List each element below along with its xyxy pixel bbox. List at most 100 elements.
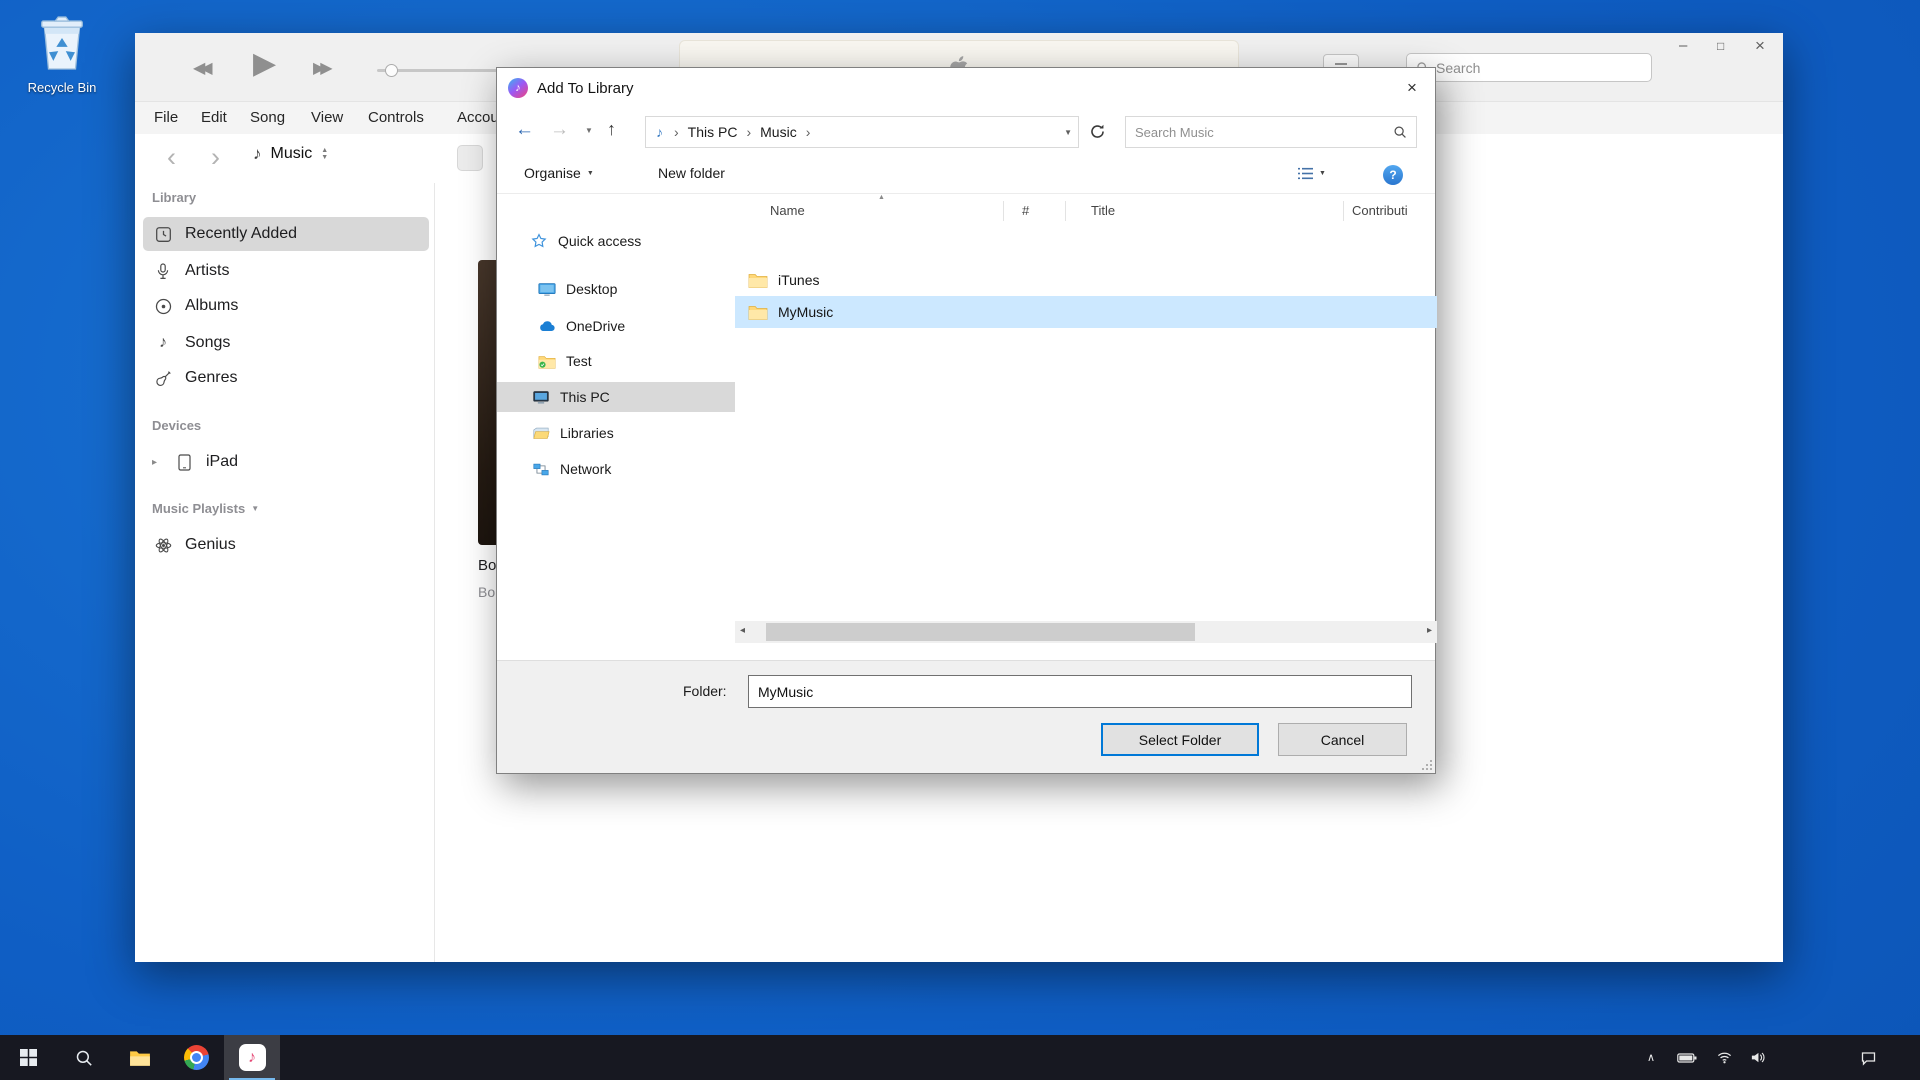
- menu-file[interactable]: File: [154, 102, 178, 134]
- volume-icon: [1749, 1050, 1766, 1065]
- file-explorer-icon: [129, 1049, 151, 1067]
- tray-volume[interactable]: [1741, 1035, 1773, 1080]
- scrollbar-thumb[interactable]: [766, 623, 1195, 641]
- breadcrumb-this-pc[interactable]: This PC: [686, 124, 740, 140]
- monitor-icon: [537, 282, 557, 297]
- dialog-search-input[interactable]: [1135, 125, 1393, 140]
- nav-forward-chevron[interactable]: ›: [211, 142, 220, 172]
- column-header-name[interactable]: Name: [770, 194, 805, 228]
- dialog-titlebar[interactable]: ♪ Add To Library: [497, 68, 1387, 108]
- play-button[interactable]: ▶: [253, 46, 276, 81]
- column-separator[interactable]: [1343, 201, 1344, 221]
- nav-forward-button[interactable]: →: [550, 119, 569, 141]
- album-artist[interactable]: Bo: [478, 584, 495, 600]
- tray-network[interactable]: [1708, 1035, 1740, 1080]
- sidebar-item-genres[interactable]: Genres: [143, 361, 429, 395]
- taskbar-search-button[interactable]: [56, 1035, 112, 1080]
- menu-edit[interactable]: Edit: [201, 102, 227, 134]
- taskbar-chrome-button[interactable]: [168, 1035, 224, 1080]
- address-dropdown-icon[interactable]: ▼: [1064, 128, 1072, 137]
- action-center-button[interactable]: [1852, 1035, 1884, 1080]
- sidebar-item-artists[interactable]: Artists: [143, 254, 429, 288]
- new-folder-button[interactable]: New folder: [658, 165, 725, 181]
- next-track-button[interactable]: ▶▶: [313, 58, 328, 78]
- itunes-search-box[interactable]: [1406, 53, 1652, 82]
- microphone-icon: [152, 263, 174, 280]
- breadcrumb-chevron-icon: ›: [799, 124, 818, 140]
- column-separator[interactable]: [1003, 201, 1004, 221]
- music-note-icon: ♪: [152, 334, 174, 352]
- playlists-header[interactable]: Music Playlists ▼: [152, 501, 259, 516]
- menu-view[interactable]: View: [311, 102, 343, 134]
- organise-menu-button[interactable]: Organise ▼: [524, 165, 594, 181]
- tree-item-label: Desktop: [566, 281, 617, 297]
- media-kind-value: Music: [271, 145, 313, 163]
- tree-item-desktop[interactable]: Desktop: [497, 274, 735, 304]
- tree-item-network[interactable]: Network: [497, 454, 735, 484]
- sidebar-item-genius[interactable]: Genius: [143, 528, 429, 562]
- expand-chevron-icon[interactable]: ▸: [152, 457, 162, 468]
- tree-item-quick-access[interactable]: Quick access: [497, 226, 735, 256]
- tree-item-test[interactable]: Test: [497, 346, 735, 376]
- tray-battery[interactable]: [1671, 1035, 1703, 1080]
- chevron-down-icon: ▼: [587, 170, 594, 177]
- dialog-close-button[interactable]: ×: [1389, 68, 1435, 108]
- recycle-bin[interactable]: Recycle Bin: [12, 12, 112, 95]
- nav-history-dropdown-icon[interactable]: ▼: [585, 126, 593, 135]
- folder-name-input[interactable]: [748, 675, 1412, 708]
- album-title[interactable]: Bo: [478, 557, 496, 574]
- sidebar-item-label: Albums: [185, 297, 238, 315]
- tree-item-onedrive[interactable]: OneDrive: [497, 311, 735, 341]
- recycle-bin-label: Recycle Bin: [12, 80, 112, 95]
- dialog-command-bar: Organise ▼ New folder ▼ ?: [497, 156, 1435, 194]
- sidebar-item-songs[interactable]: ♪ Songs: [143, 326, 429, 360]
- tree-item-libraries[interactable]: Libraries: [497, 418, 735, 448]
- resize-grip[interactable]: [1421, 759, 1433, 771]
- column-header-title[interactable]: Title: [1091, 194, 1115, 228]
- itunes-search-input[interactable]: [1436, 60, 1642, 76]
- column-header-number[interactable]: #: [1022, 194, 1029, 228]
- media-kind-selector[interactable]: ♪ Music ▲▼: [253, 144, 328, 164]
- sidebar-item-recently-added[interactable]: Recently Added: [143, 217, 429, 251]
- sidebar-item-albums[interactable]: Albums: [143, 289, 429, 323]
- nav-up-button[interactable]: ↑: [607, 119, 616, 140]
- horizontal-scrollbar[interactable]: ◂ ▸: [735, 621, 1437, 643]
- nav-back-chevron[interactable]: ‹: [167, 142, 176, 172]
- start-button[interactable]: [0, 1035, 56, 1080]
- vinyl-record-icon: [152, 298, 174, 315]
- minimize-button[interactable]: –: [1679, 37, 1687, 54]
- refresh-button[interactable]: [1089, 123, 1106, 145]
- playlists-header-label: Music Playlists: [152, 501, 245, 516]
- cloud-icon: [537, 320, 557, 332]
- previous-track-button[interactable]: ◀◀: [193, 58, 208, 78]
- breadcrumb-chevron-icon: ›: [667, 124, 686, 140]
- recycle-bin-icon: [35, 12, 89, 72]
- column-header-contributing[interactable]: Contributi: [1352, 194, 1408, 228]
- scroll-right-icon[interactable]: ▸: [1427, 625, 1432, 636]
- itunes-icon: ♪: [508, 78, 528, 98]
- dialog-search-box[interactable]: [1125, 116, 1417, 148]
- help-button[interactable]: ?: [1383, 165, 1403, 185]
- menu-controls[interactable]: Controls: [368, 102, 424, 134]
- taskbar-itunes-button[interactable]: ♪: [224, 1035, 280, 1080]
- miniplayer-button[interactable]: [457, 145, 483, 171]
- select-folder-button[interactable]: Select Folder: [1101, 723, 1259, 756]
- sidebar-item-ipad[interactable]: ▸ iPad: [143, 445, 429, 479]
- address-bar[interactable]: ♪ › This PC › Music › ▼: [645, 116, 1079, 148]
- column-separator[interactable]: [1065, 201, 1066, 221]
- scroll-left-icon[interactable]: ◂: [740, 625, 745, 636]
- taskbar-file-explorer-button[interactable]: [112, 1035, 168, 1080]
- file-row-itunes[interactable]: iTunes: [735, 264, 1437, 296]
- cancel-button[interactable]: Cancel: [1278, 723, 1407, 756]
- file-row-mymusic[interactable]: MyMusic: [735, 296, 1437, 328]
- nav-back-button[interactable]: ←: [515, 119, 534, 141]
- menu-song[interactable]: Song: [250, 102, 285, 134]
- volume-slider-knob[interactable]: [385, 64, 398, 77]
- maximize-button[interactable]: □: [1717, 39, 1724, 53]
- folder-tree-pane: Quick access Desktop OneDrive Test This …: [497, 194, 735, 660]
- change-view-button[interactable]: ▼: [1297, 166, 1326, 181]
- tree-item-this-pc[interactable]: This PC: [497, 382, 735, 412]
- close-button[interactable]: ×: [1755, 36, 1765, 56]
- tray-expand-button[interactable]: ∧: [1635, 1035, 1667, 1080]
- breadcrumb-music[interactable]: Music: [758, 124, 799, 140]
